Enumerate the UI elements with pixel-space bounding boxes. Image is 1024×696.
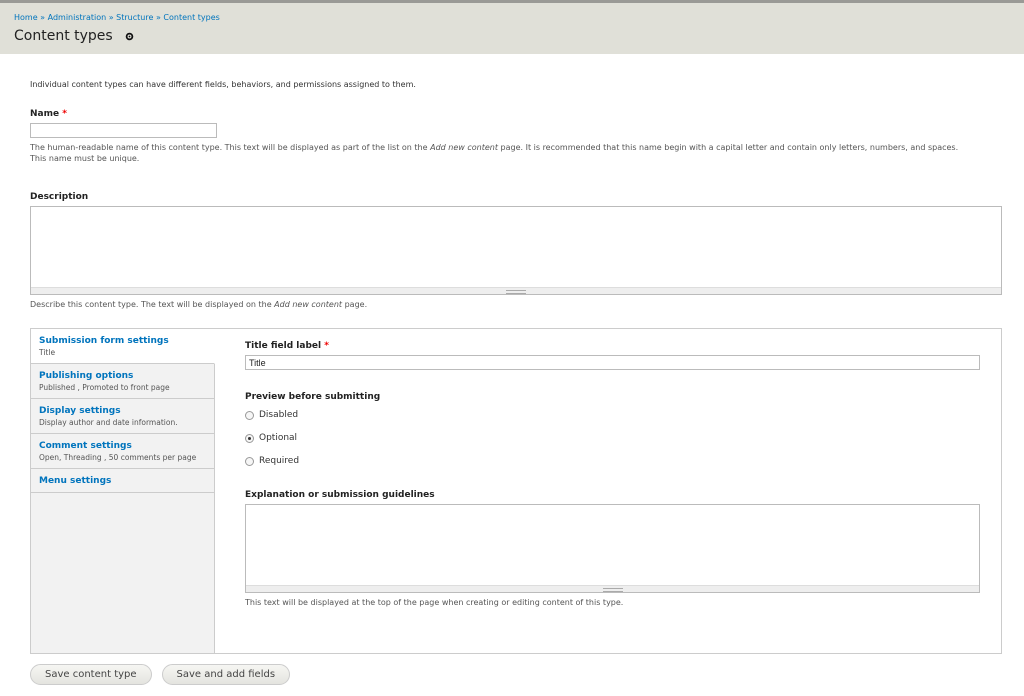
vtab-comment-settings[interactable]: Comment settings Open, Threading , 50 co… <box>31 434 214 469</box>
breadcrumb: Home » Administration » Structure » Cont… <box>14 13 1010 22</box>
breadcrumb-administration[interactable]: Administration <box>48 13 107 22</box>
breadcrumb-content-types[interactable]: Content types <box>163 13 219 22</box>
vtab-display-settings[interactable]: Display settings Display author and date… <box>31 399 214 434</box>
intro-text: Individual content types can have differ… <box>30 80 416 89</box>
breadcrumb-home[interactable]: Home <box>14 13 38 22</box>
vertical-tab-list: Submission form settings Title Publishin… <box>31 329 215 653</box>
guidelines-help: This text will be displayed at the top o… <box>245 598 624 607</box>
vtab-publishing-options[interactable]: Publishing options Published , Promoted … <box>31 364 214 399</box>
guidelines-label: Explanation or submission guidelines <box>245 490 435 500</box>
submission-settings-pane: Title field label * Preview before submi… <box>215 329 1001 653</box>
breadcrumb-structure[interactable]: Structure <box>116 13 153 22</box>
radio-label: Optional <box>259 433 298 443</box>
vtab-title: Menu settings <box>39 476 112 486</box>
save-and-add-fields-button[interactable]: Save and add fields <box>161 664 291 685</box>
description-help-after: page. <box>342 300 368 309</box>
description-label: Description <box>30 192 89 202</box>
description-help-emphasis: Add new content <box>274 300 343 309</box>
description-help: Describe this content type. The text wil… <box>30 299 970 310</box>
vtab-summary: Published , Promoted to front page <box>39 383 170 392</box>
name-label: Name * <box>30 109 1002 119</box>
vtab-title: Submission form settings <box>39 336 169 346</box>
vtab-title: Publishing options <box>39 371 134 381</box>
description-textarea[interactable] <box>31 207 1001 287</box>
guidelines-textarea-wrapper <box>245 504 980 593</box>
vtab-summary: Title <box>39 348 56 357</box>
title-field-label: Title field label * <box>245 341 981 351</box>
form-actions: Save content type Save and add fields <box>0 654 1024 685</box>
description-textarea-wrapper <box>30 206 1002 295</box>
save-content-type-button[interactable]: Save content type <box>30 664 152 685</box>
vertical-tabs: Submission form settings Title Publishin… <box>30 328 1002 654</box>
name-label-text: Name <box>30 109 60 119</box>
radio-button[interactable] <box>245 456 254 466</box>
name-help: The human-readable name of this content … <box>30 142 970 164</box>
radio-label: Required <box>259 456 300 466</box>
vtab-submission-form-settings[interactable]: Submission form settings Title <box>31 329 215 364</box>
description-help-before: Describe this content type. The text wil… <box>30 300 275 309</box>
required-marker: * <box>324 341 329 351</box>
preview-option-required[interactable]: Required <box>245 456 981 466</box>
radio-button[interactable] <box>245 410 254 420</box>
title-field-input[interactable] <box>245 355 980 370</box>
preview-option-optional[interactable]: Optional <box>245 433 981 443</box>
main-content: Individual content types can have differ… <box>0 54 1024 654</box>
breadcrumb-separator: » <box>108 13 114 22</box>
vtab-summary: Display author and date information. <box>39 418 178 427</box>
name-help-before: The human-readable name of this content … <box>30 143 431 152</box>
preview-option-disabled[interactable]: Disabled <box>245 410 981 420</box>
page-title: Content types <box>14 28 113 44</box>
vtab-title: Comment settings <box>39 441 132 451</box>
gear-icon[interactable] <box>125 32 134 41</box>
title-field-label-text: Title field label <box>245 341 322 351</box>
vtab-title: Display settings <box>39 406 121 416</box>
required-marker: * <box>62 109 67 119</box>
vtab-summary: Open, Threading , 50 comments per page <box>39 453 197 462</box>
preview-label: Preview before submitting <box>245 392 381 402</box>
name-help-emphasis: Add new content <box>430 143 498 152</box>
resize-grip[interactable] <box>246 585 979 592</box>
radio-button-selected[interactable] <box>245 433 254 443</box>
breadcrumb-separator: » <box>155 13 161 22</box>
vtab-menu-settings[interactable]: Menu settings <box>31 469 214 493</box>
radio-label: Disabled <box>259 410 299 420</box>
name-input[interactable] <box>30 123 217 138</box>
guidelines-textarea[interactable] <box>246 505 979 585</box>
breadcrumb-separator: » <box>40 13 46 22</box>
page-header: Home » Administration » Structure » Cont… <box>0 0 1024 54</box>
resize-grip[interactable] <box>31 287 1001 294</box>
